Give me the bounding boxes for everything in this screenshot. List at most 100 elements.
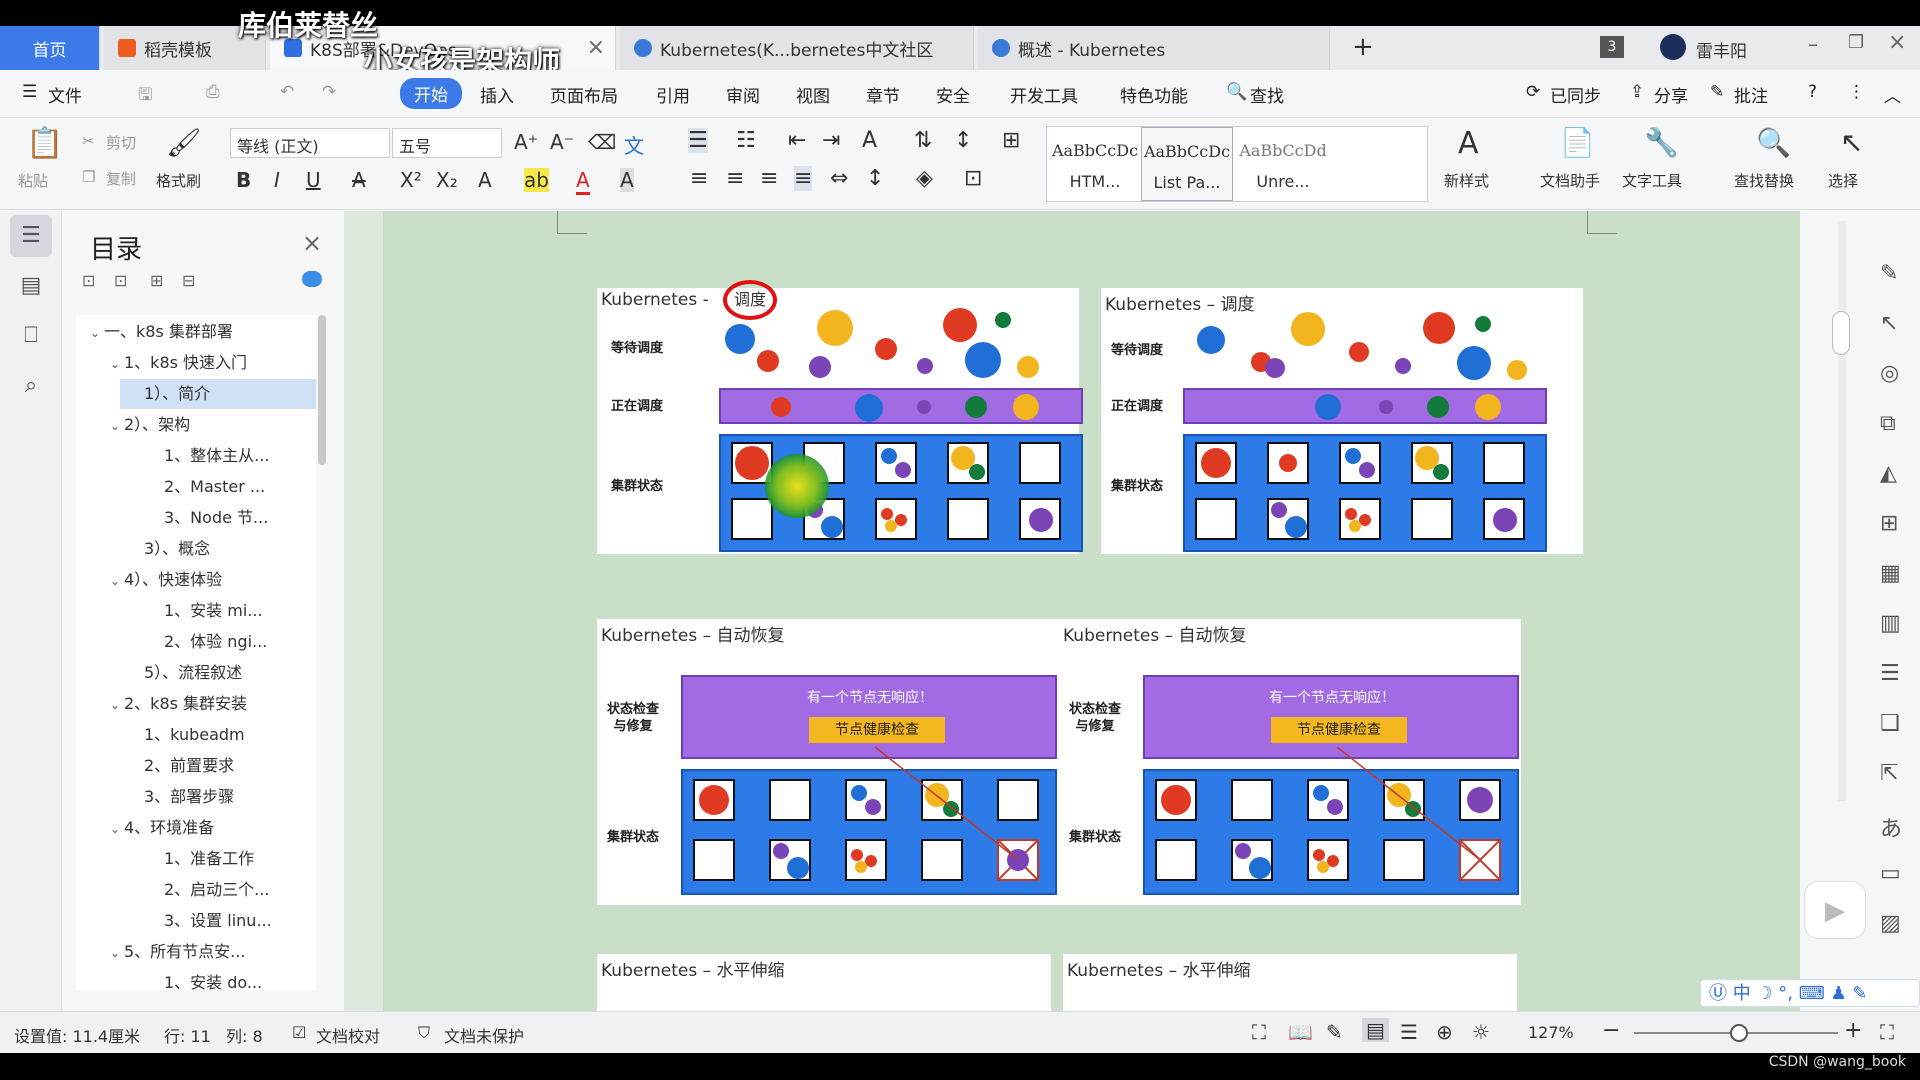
archive-icon[interactable]: ▭ — [1880, 861, 1901, 886]
search-icon[interactable]: 🔍 — [1226, 82, 1247, 102]
style-list-paragraph[interactable]: AaBbCcDc List Pa... — [1141, 127, 1233, 201]
window-count-badge[interactable]: 3 — [1600, 36, 1624, 58]
expand-icon[interactable]: ⊡ — [82, 271, 95, 290]
border-icon[interactable]: ⊡ — [964, 166, 982, 191]
indent-icon[interactable]: ⇥ — [822, 128, 840, 153]
collapse-ribbon-icon[interactable]: ︿ — [1884, 82, 1901, 107]
underline-icon[interactable]: U — [306, 168, 321, 192]
toc-item[interactable]: ⌄ 2）、架构 — [110, 410, 316, 440]
toc-item[interactable]: 2、Master ... — [164, 472, 316, 502]
pointer-icon[interactable]: ↖ — [1880, 311, 1898, 336]
hamburger-icon[interactable]: ☰ — [22, 82, 37, 102]
menu-search[interactable]: 查找 — [1250, 82, 1284, 107]
print-icon[interactable]: ⎙ — [206, 82, 220, 102]
sync-status[interactable]: 已同步 — [1550, 82, 1601, 107]
page-view-icon[interactable]: ▤ — [1362, 1018, 1389, 1042]
toc-item[interactable]: 1）、简介 — [120, 379, 316, 409]
minimize-icon[interactable]: – — [1808, 32, 1818, 56]
chevron-down-icon[interactable]: ⌄ — [110, 690, 124, 720]
toc-item[interactable]: 1、安装 mi... — [164, 596, 316, 626]
menu-layout[interactable]: 页面布局 — [550, 82, 618, 107]
menu-home[interactable]: 开始 — [400, 78, 462, 109]
toggle-icon[interactable] — [302, 271, 322, 287]
toc-item[interactable]: ⌄ 1、k8s 快速入门 — [110, 348, 316, 378]
toc-item[interactable]: 3、部署步骤 — [144, 782, 316, 812]
page-thumbnail-icon[interactable]: ▤ — [10, 265, 52, 307]
reading-mode-icon[interactable]: 📖 — [1288, 1020, 1313, 1044]
chart-icon[interactable]: ▥ — [1880, 611, 1901, 636]
align-right-icon[interactable]: ≡ — [760, 166, 778, 191]
shading-icon[interactable]: ◈ — [916, 166, 933, 191]
ime-toolbar[interactable]: Ⓤ 中 ☽ °, ⌨ ♟ ✎ — [1700, 979, 1920, 1007]
italic-icon[interactable]: I — [274, 168, 280, 192]
redo-icon[interactable]: ↷ — [322, 82, 336, 102]
zoom-slider[interactable] — [1634, 1024, 1838, 1042]
subscript-icon[interactable]: X₂ — [436, 168, 458, 192]
outline-view-icon[interactable]: ☰ — [1400, 1020, 1418, 1044]
doc-helper-button[interactable]: 文档助手 — [1540, 170, 1600, 191]
format-painter-button[interactable]: 格式刷 — [156, 170, 201, 191]
toc-item[interactable]: 5）、流程叙述 — [144, 658, 316, 688]
toc-item[interactable]: 2、前置要求 — [144, 751, 316, 781]
text-tools-button[interactable]: 文字工具 — [1622, 170, 1682, 191]
comment-button[interactable]: 批注 — [1734, 82, 1768, 107]
close-icon[interactable]: × — [302, 229, 322, 257]
outdent-icon[interactable]: ⇤ — [788, 128, 806, 153]
text-effect-icon[interactable]: A — [478, 168, 492, 192]
char-shading-icon[interactable]: A — [620, 168, 634, 192]
phonetic-icon[interactable]: 文 — [624, 130, 644, 159]
edit-mode-icon[interactable]: ✎ — [1326, 1020, 1343, 1044]
menu-view[interactable]: 视图 — [796, 82, 830, 107]
toc-item[interactable]: ⌄ 一、k8s 集群部署 — [90, 317, 316, 347]
toc-item[interactable]: 2、启动三个... — [164, 875, 316, 905]
style-unresolved[interactable]: AaBbCcDd Unre... — [1237, 127, 1329, 201]
shapes-icon[interactable]: ⧉ — [1880, 411, 1896, 436]
menu-chapter[interactable]: 章节 — [866, 82, 900, 107]
chevron-down-icon[interactable]: ⌄ — [110, 938, 124, 968]
zoom-slider-thumb[interactable] — [1730, 1024, 1748, 1042]
image-icon[interactable]: ▨ — [1880, 911, 1901, 936]
menu-devtools[interactable]: 开发工具 — [1010, 82, 1078, 107]
restore-icon[interactable]: ❐ — [1848, 32, 1864, 53]
close-window-icon[interactable]: × — [1888, 30, 1906, 55]
avatar[interactable] — [1660, 34, 1686, 60]
paint-icon[interactable]: ◭ — [1880, 461, 1897, 486]
toc-icon[interactable]: ☰ — [10, 215, 52, 257]
distribute-icon[interactable]: ⇔ — [830, 166, 848, 191]
apps-icon[interactable]: ▦ — [1880, 561, 1901, 586]
web-view-icon[interactable]: ⊕ — [1436, 1020, 1453, 1044]
more-icon[interactable]: ⋮ — [1848, 82, 1865, 102]
toc-item[interactable]: 1、整体主从... — [164, 441, 316, 471]
add-tab-button[interactable]: + — [1352, 32, 1374, 62]
clear-format-icon[interactable]: ⌫ — [588, 130, 616, 154]
toc-item[interactable]: 1、kubeadm — [144, 720, 316, 750]
align-left-icon[interactable]: ≡ — [690, 166, 708, 191]
user-name[interactable]: 雷丰阳 — [1696, 37, 1747, 62]
clipboard-icon[interactable]: ❑ — [1880, 711, 1900, 736]
target-icon[interactable]: ◎ — [1880, 361, 1899, 386]
line-spacing-icon[interactable]: ↕ — [954, 128, 972, 153]
find-replace-button[interactable]: 查找替换 — [1734, 170, 1794, 191]
chevron-down-icon[interactable]: ⌄ — [110, 349, 124, 379]
toc-item[interactable]: 2、体验 ngi... — [164, 627, 316, 657]
toc-scrollbar[interactable] — [318, 315, 326, 465]
toc-item[interactable]: 3）、概念 — [144, 534, 316, 564]
sliders-icon[interactable]: ☰ — [1880, 661, 1900, 686]
font-color-icon[interactable]: A — [576, 168, 590, 195]
copy-button[interactable]: 复制 — [106, 168, 136, 189]
grow-font-icon[interactable]: A⁺ — [514, 130, 538, 154]
menu-review[interactable]: 审阅 — [726, 82, 760, 107]
tab-k8s-overview[interactable]: 概述 - Kubernetes — [978, 26, 1330, 70]
zoom-out-icon[interactable]: − — [1602, 1018, 1620, 1043]
bullets-icon[interactable]: ☰ — [688, 128, 708, 153]
toc-item[interactable]: ⌄ 4、环境准备 — [110, 813, 316, 843]
font-family-select[interactable]: 等线 (正文) — [230, 128, 390, 158]
new-style-button[interactable]: 新样式 — [1444, 170, 1489, 191]
collapse-icon[interactable]: ⊡ — [114, 271, 127, 290]
font-size-select[interactable]: 五号 — [392, 128, 502, 158]
table-grid-icon[interactable]: ⊞ — [1880, 511, 1898, 536]
menu-security[interactable]: 安全 — [936, 82, 970, 107]
sort-icon[interactable]: ⇅ — [914, 128, 932, 153]
chevron-down-icon[interactable]: ⌄ — [110, 814, 124, 844]
translate-icon[interactable]: あ — [1880, 811, 1902, 843]
